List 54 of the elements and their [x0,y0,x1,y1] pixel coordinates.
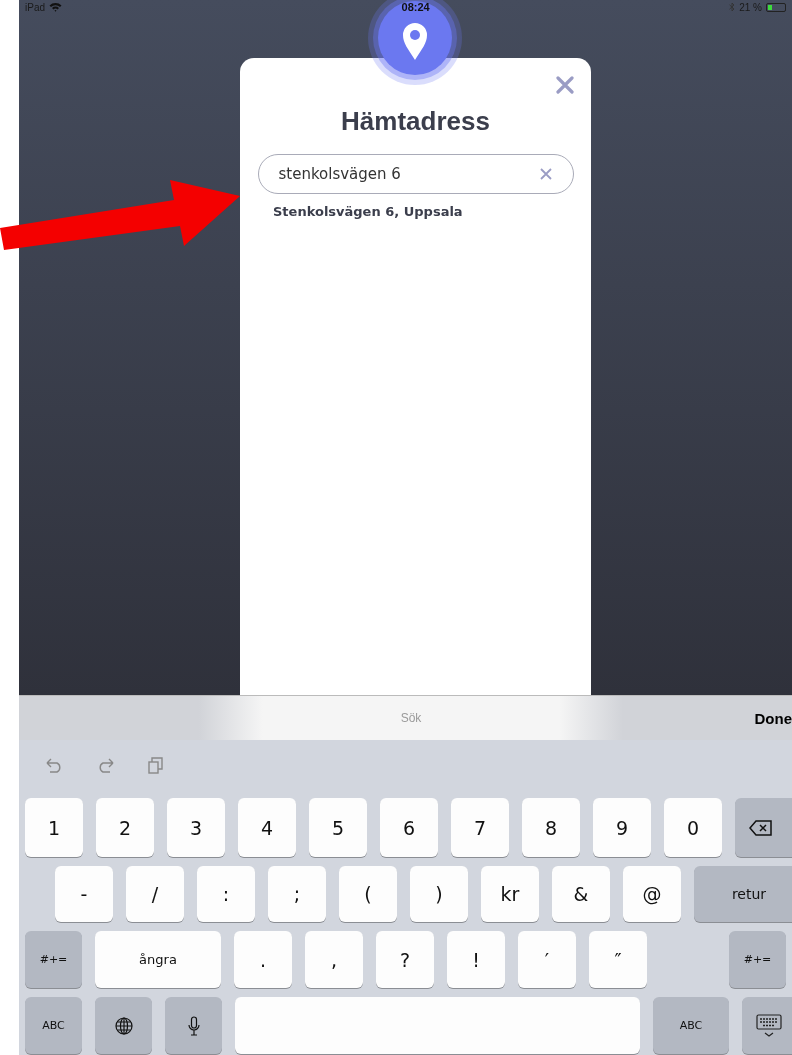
keyboard-key[interactable]: ! [447,931,505,988]
keyboard-key[interactable]: ′ [518,931,576,988]
undo-icon[interactable] [44,757,64,773]
keyboard-key[interactable]: @ [623,866,681,922]
keyboard-key[interactable]: 6 [380,798,438,857]
keyboard-key[interactable]: ABC [25,997,82,1054]
battery-icon [766,2,786,12]
keyboard-key[interactable] [95,997,152,1054]
keyboard-key[interactable]: , [305,931,363,988]
keyboard-key[interactable]: 7 [451,798,509,857]
microphone-icon [187,1015,200,1036]
keyboard-key[interactable]: #+= [729,931,786,988]
keyboard-key[interactable]: #+= [25,931,82,988]
keyboard-key[interactable] [165,997,222,1054]
keyboard-hide-icon [756,1013,782,1038]
dialog-title: Hämtadress [341,106,490,137]
keyboard-key[interactable]: 2 [96,798,154,857]
keyboard-key[interactable]: 4 [238,798,296,857]
keyboard-key[interactable]: ångra [95,931,221,988]
keyboard-key[interactable]: : [197,866,255,922]
bluetooth-icon [729,2,736,12]
keyboard-key[interactable]: . [234,931,292,988]
close-icon[interactable] [556,76,574,94]
keyboard-key[interactable]: & [552,866,610,922]
keyboard-key[interactable]: ) [410,866,468,922]
redo-icon[interactable] [96,757,116,773]
backspace-icon [749,819,773,836]
search-field[interactable]: stenkolsvägen 6 [257,154,574,194]
status-time: 08:24 [401,1,430,13]
keyboard-key[interactable]: ″ [589,931,647,988]
wifi-icon [49,2,62,12]
keyboard-key[interactable]: 8 [522,798,580,857]
keyboard-key[interactable] [742,997,792,1054]
keyboard-key[interactable]: ; [268,866,326,922]
keyboard-key[interactable]: 3 [167,798,225,857]
keyboard-key[interactable]: 5 [309,798,367,857]
keyboard-key[interactable]: retur [694,866,792,922]
paste-icon[interactable] [148,756,164,774]
keyboard-key[interactable]: ( [339,866,397,922]
done-button[interactable]: Done [754,709,792,727]
keyboard-key[interactable]: kr [481,866,539,922]
keyboard-key[interactable]: ? [376,931,434,988]
device-name: iPad [25,1,45,13]
keyboard-key[interactable]: - [55,866,113,922]
clear-icon[interactable] [539,168,552,180]
keyboard-key[interactable]: 1 [25,798,83,857]
keyboard-key[interactable]: 9 [593,798,651,857]
keyboard-key[interactable]: / [126,866,184,922]
keyboard-key[interactable]: ABC [653,997,729,1054]
battery-percentage: 21 % [739,1,762,13]
keyboard-key[interactable]: 0 [664,798,722,857]
keyboard-key[interactable] [735,798,792,857]
search-result[interactable]: Stenkolsvägen 6, Uppsala [273,204,463,219]
globe-icon [114,1016,133,1035]
